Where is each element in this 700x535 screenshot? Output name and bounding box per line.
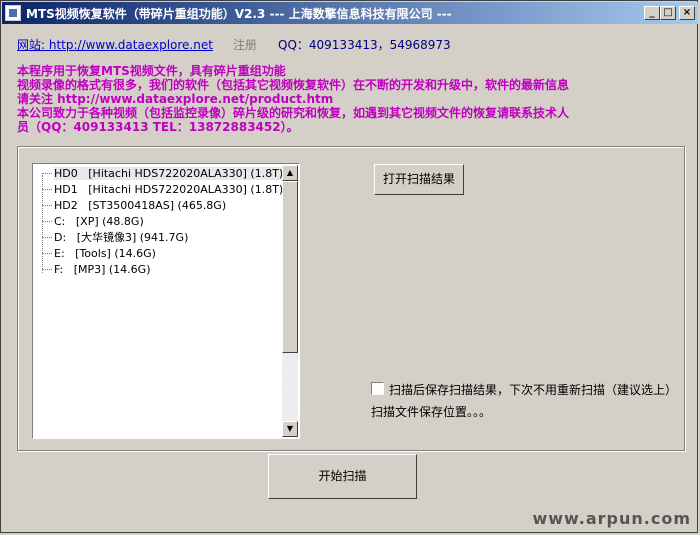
close-button[interactable]: × [679,6,695,20]
minimize-button[interactable]: _ [644,6,660,20]
open-scan-result-button[interactable]: 打开扫描结果 [374,164,464,195]
main-window: MTS视频恢复软件（带碎片重组功能）V2.3 --- 上海数擎信息科技有限公司 … [0,0,698,533]
website-link[interactable]: 网站: http://www.dataexplore.net [17,36,213,53]
info-line: 员（QQ：409133413 TEL：13872883452）。 [17,120,299,134]
tree-scrollbar[interactable]: ▲ ▼ [282,165,298,437]
scroll-thumb[interactable] [282,181,298,353]
tree-item-e[interactable]: E: [Tools] (14.6G) [42,246,156,262]
register-link[interactable]: 注册 [233,36,257,53]
tree-item-hd1[interactable]: HD1 [Hitachi HDS722020ALA330] (1.8T) [42,182,283,198]
tree-item-hd2[interactable]: HD2 [ST3500418AS] (465.8G) [42,198,226,214]
info-line: 请关注 http://www.dataexplore.net/product.h… [17,92,334,106]
app-icon [5,5,21,21]
info-line: 本公司致力于各种视频（包括监控录像）碎片级的研究和恢复，如遇到其它视频文件的恢复… [17,106,570,120]
tree-item-d[interactable]: D: [大华镜像3] (941.7G) [42,230,188,246]
tree-item-hd0[interactable]: HD0 [Hitachi HDS722020ALA330] (1.8T) [42,166,284,182]
title-bar[interactable]: MTS视频恢复软件（带碎片重组功能）V2.3 --- 上海数擎信息科技有限公司 … [2,2,698,24]
tree-item-c[interactable]: C: [XP] (48.8G) [42,214,144,230]
save-location-label[interactable]: 扫描文件保存位置。。。 [371,403,491,420]
maximize-button[interactable]: □ [660,6,676,20]
save-after-scan-checkbox[interactable] [371,382,384,395]
watermark: www.arpun.com [532,509,691,528]
scroll-up-icon[interactable]: ▲ [282,165,298,181]
tree-item-f[interactable]: F: [MP3] (14.6G) [42,262,151,278]
window-title: MTS视频恢复软件（带碎片重组功能）V2.3 --- 上海数擎信息科技有限公司 … [26,7,452,21]
save-after-scan-label: 扫描后保存扫描结果，下次不用重新扫描（建议选上） [389,383,678,397]
scroll-down-icon[interactable]: ▼ [282,421,298,437]
info-line: 本程序用于恢复MTS视频文件，具有碎片重组功能 [17,64,286,78]
info-text: 本程序用于恢复MTS视频文件，具有碎片重组功能 视频录像的格式有很多，我们的软件… [17,64,569,134]
drive-tree[interactable]: HD0 [Hitachi HDS722020ALA330] (1.8T) HD1… [32,163,300,439]
qq-label: QQ：409133413，54968973 [278,38,451,52]
info-line: 视频录像的格式有很多，我们的软件（包括其它视频恢复软件）在不断的开发和升级中，软… [17,78,570,92]
start-scan-button[interactable]: 开始扫描 [268,454,417,499]
